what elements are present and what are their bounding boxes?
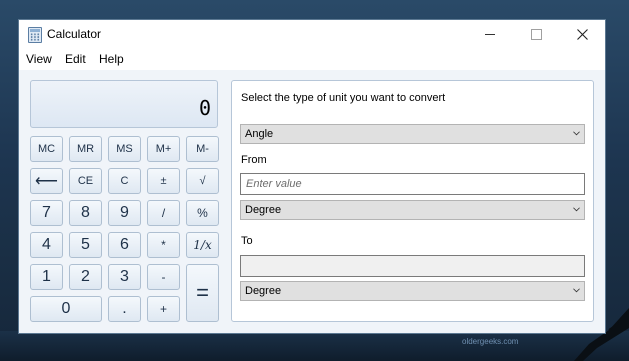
clear-button[interactable]: C bbox=[108, 168, 141, 194]
to-unit-select[interactable]: Degree bbox=[240, 281, 585, 301]
digit-5-button[interactable]: 5 bbox=[69, 232, 102, 258]
digit-9-button[interactable]: 9 bbox=[108, 200, 141, 226]
close-icon bbox=[576, 28, 588, 40]
window-title: Calculator bbox=[47, 27, 102, 41]
from-value-input[interactable]: Enter value bbox=[240, 173, 585, 195]
from-label: From bbox=[241, 154, 267, 166]
chevron-down-icon bbox=[573, 131, 580, 136]
minimize-button[interactable] bbox=[467, 20, 513, 48]
unit-type-prompt: Select the type of unit you want to conv… bbox=[241, 92, 446, 104]
title-bar[interactable]: Calculator bbox=[19, 20, 605, 48]
menu-help[interactable]: Help bbox=[99, 52, 124, 66]
decimal-button[interactable]: . bbox=[108, 296, 141, 322]
m-minus-button[interactable]: M- bbox=[186, 136, 219, 162]
menu-bar: View Edit Help bbox=[19, 48, 605, 70]
reciprocal-button[interactable]: 1/x bbox=[186, 232, 219, 258]
digit-0-button[interactable]: 0 bbox=[30, 296, 102, 322]
unit-type-value: Angle bbox=[245, 128, 274, 140]
chevron-down-icon bbox=[573, 288, 580, 293]
plus-minus-button[interactable]: ± bbox=[147, 168, 180, 194]
watermark-text: oldergeeks.com bbox=[462, 337, 519, 346]
to-value-output bbox=[240, 255, 585, 277]
digit-4-button[interactable]: 4 bbox=[30, 232, 63, 258]
backspace-button[interactable]: ⟵ bbox=[30, 168, 63, 194]
close-button[interactable] bbox=[559, 20, 605, 48]
digit-1-button[interactable]: 1 bbox=[30, 264, 63, 290]
from-unit-value: Degree bbox=[245, 204, 282, 216]
display-value: 0 bbox=[198, 96, 211, 120]
calculator-icon bbox=[28, 27, 42, 43]
maximize-button[interactable] bbox=[513, 20, 559, 48]
to-label: To bbox=[241, 235, 253, 247]
digit-3-button[interactable]: 3 bbox=[108, 264, 141, 290]
desktop-background bbox=[0, 331, 629, 361]
calculator-display: 0 bbox=[30, 80, 218, 128]
digit-8-button[interactable]: 8 bbox=[69, 200, 102, 226]
menu-view[interactable]: View bbox=[26, 52, 52, 66]
mc-button[interactable]: MC bbox=[30, 136, 63, 162]
maximize-icon bbox=[530, 28, 542, 40]
add-button[interactable]: + bbox=[147, 296, 180, 322]
equals-button[interactable]: = bbox=[186, 264, 219, 322]
chevron-down-icon bbox=[573, 207, 580, 212]
calculator-window: Calculator View Edit Help 0 MC MR MS M+ … bbox=[19, 20, 605, 333]
multiply-button[interactable]: * bbox=[147, 232, 180, 258]
square-root-button[interactable]: √ bbox=[186, 168, 219, 194]
mr-button[interactable]: MR bbox=[69, 136, 102, 162]
minimize-icon bbox=[485, 33, 495, 35]
digit-2-button[interactable]: 2 bbox=[69, 264, 102, 290]
clear-entry-button[interactable]: CE bbox=[69, 168, 102, 194]
percent-button[interactable]: % bbox=[186, 200, 219, 226]
menu-edit[interactable]: Edit bbox=[65, 52, 86, 66]
divide-button[interactable]: / bbox=[147, 200, 180, 226]
digit-7-button[interactable]: 7 bbox=[30, 200, 63, 226]
unit-type-select[interactable]: Angle bbox=[240, 124, 585, 144]
ms-button[interactable]: MS bbox=[108, 136, 141, 162]
subtract-button[interactable]: - bbox=[147, 264, 180, 290]
to-unit-value: Degree bbox=[245, 285, 282, 297]
unit-conversion-panel: Select the type of unit you want to conv… bbox=[231, 80, 594, 322]
from-unit-select[interactable]: Degree bbox=[240, 200, 585, 220]
digit-6-button[interactable]: 6 bbox=[108, 232, 141, 258]
m-plus-button[interactable]: M+ bbox=[147, 136, 180, 162]
